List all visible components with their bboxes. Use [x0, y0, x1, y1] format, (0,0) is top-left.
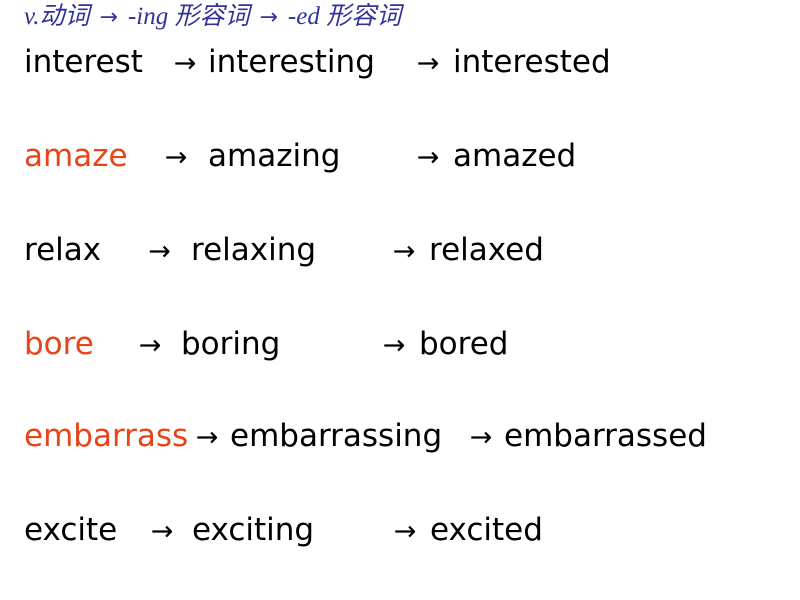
row-arrow-1-icon: →	[164, 142, 188, 173]
row-arrow-1-icon: →	[195, 422, 219, 453]
word-ed: embarrassed	[504, 418, 707, 454]
word-base: bore	[24, 326, 94, 362]
slide-header: v.动词 → -ing 形容词 → -ed 形容词	[24, 2, 401, 33]
row-arrow-1-icon: →	[148, 236, 171, 267]
word-row: amaze → amazing → amazed	[24, 138, 576, 176]
header-part-ed: -ed 形容词	[287, 3, 402, 30]
row-arrow-1-icon: →	[138, 330, 162, 361]
word-ed: excited	[430, 512, 543, 548]
word-ing: interesting	[208, 44, 375, 80]
word-row: relax → relaxing → relaxed	[24, 232, 544, 270]
word-base: interest	[24, 44, 143, 80]
word-ing: embarrassing	[230, 418, 443, 454]
word-row: embarrass → embarrassing → embarrassed	[24, 418, 707, 456]
row-arrow-2-icon: →	[393, 516, 417, 547]
row-arrow-1-icon: →	[173, 48, 197, 79]
header-part-verb: v.动词	[24, 3, 90, 30]
header-arrow-1-icon: →	[99, 5, 118, 30]
word-ed: relaxed	[429, 232, 544, 268]
word-row: interest → interesting → interested	[24, 44, 611, 82]
word-ing: relaxing	[191, 232, 317, 268]
word-base: amaze	[24, 138, 128, 174]
word-ing: amazing	[208, 138, 341, 174]
row-arrow-2-icon: →	[392, 236, 416, 267]
header-arrow-2-icon: →	[259, 5, 278, 30]
word-base: excite	[24, 512, 118, 548]
row-arrow-2-icon: →	[382, 330, 406, 361]
row-arrow-2-icon: →	[416, 142, 440, 173]
word-ed: bored	[419, 326, 509, 362]
word-ing: exciting	[192, 512, 315, 548]
row-arrow-2-icon: →	[416, 48, 440, 79]
word-base: embarrass	[24, 418, 189, 454]
word-row: bore → boring → bored	[24, 326, 508, 364]
row-arrow-1-icon: →	[150, 516, 174, 547]
word-ed: interested	[453, 44, 611, 80]
word-base: relax	[24, 232, 102, 268]
slide-canvas: v.动词 → -ing 形容词 → -ed 形容词 interest → interesti…	[0, 0, 800, 600]
word-row: excite → exciting → excited	[24, 512, 543, 550]
row-arrow-2-icon: →	[469, 422, 493, 453]
word-ed: amazed	[453, 138, 577, 174]
header-part-ing: -ing 形容词	[127, 3, 250, 30]
word-ing: boring	[181, 326, 281, 362]
